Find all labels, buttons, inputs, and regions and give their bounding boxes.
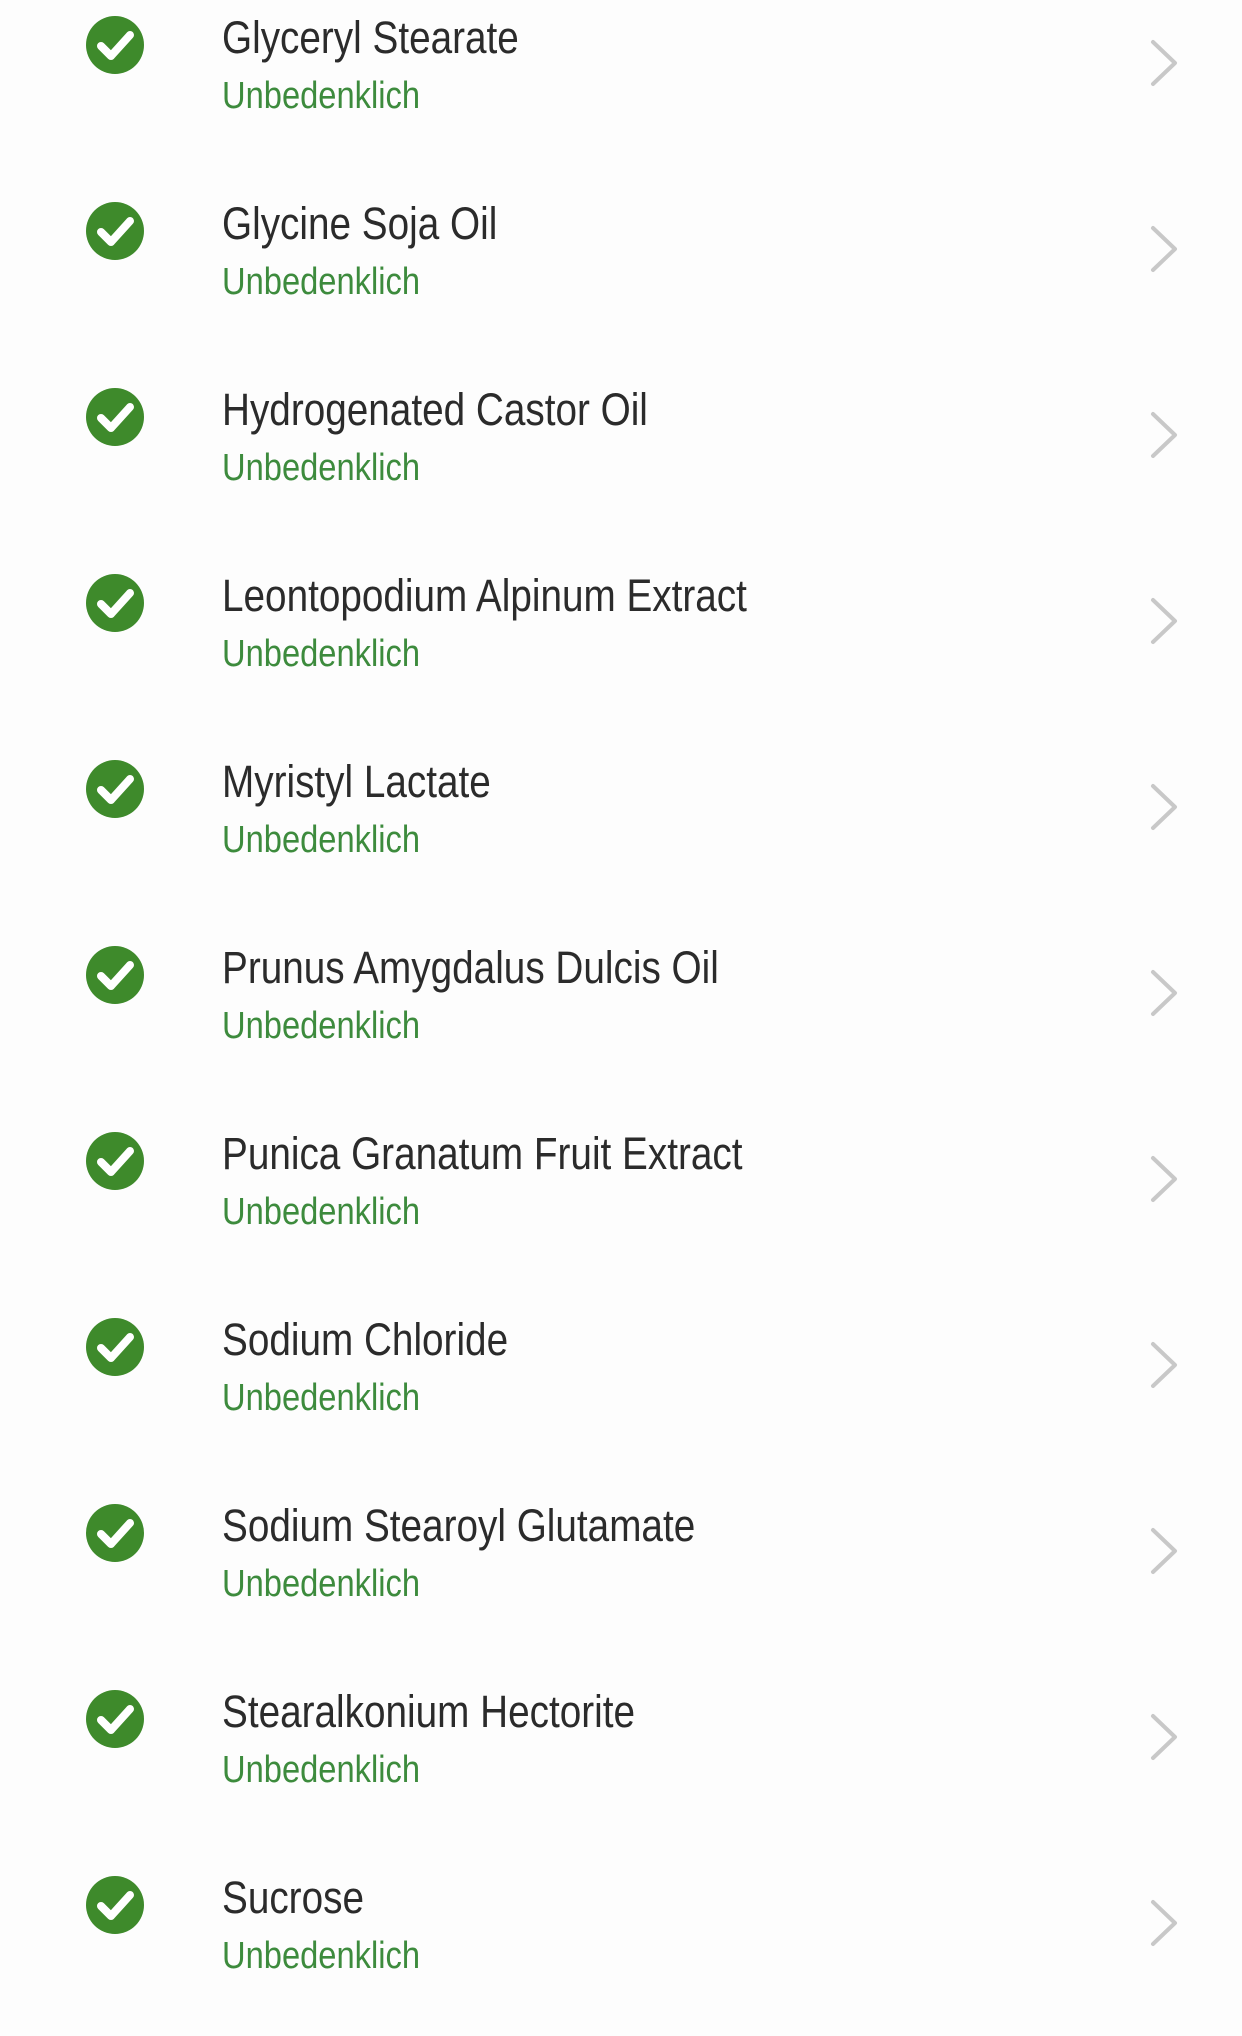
ingredient-name: Myristyl Lactate [222, 756, 491, 807]
chevron-right-icon[interactable] [1148, 968, 1180, 1018]
ingredient-row[interactable]: Leontopodium Alpinum Extract Unbedenklic… [0, 548, 1242, 734]
check-circle-icon [86, 202, 144, 260]
chevron-right-icon[interactable] [1148, 38, 1180, 88]
ingredient-row[interactable]: Prunus Amygdalus Dulcis Oil Unbedenklich [0, 920, 1242, 1106]
ingredient-name: Leontopodium Alpinum Extract [222, 570, 747, 621]
ingredient-status: Unbedenklich [222, 1749, 421, 1791]
ingredient-row[interactable]: Glycine Soja Oil Unbedenklich [0, 176, 1242, 362]
ingredient-status: Unbedenklich [222, 1377, 421, 1419]
ingredient-status: Unbedenklich [222, 1563, 421, 1605]
ingredient-status: Unbedenklich [222, 1191, 421, 1233]
check-circle-icon [86, 1318, 144, 1376]
check-circle-icon [86, 16, 144, 74]
ingredient-name: Prunus Amygdalus Dulcis Oil [222, 942, 719, 993]
ingredient-status: Unbedenklich [222, 819, 421, 861]
ingredient-row[interactable]: Glyceryl Stearate Unbedenklich [0, 0, 1242, 176]
ingredient-name: Sodium Stearoyl Glutamate [222, 1500, 696, 1551]
chevron-right-icon[interactable] [1148, 1898, 1180, 1948]
chevron-right-icon[interactable] [1148, 782, 1180, 832]
ingredient-status: Unbedenklich [222, 633, 421, 675]
ingredient-status: Unbedenklich [222, 75, 421, 117]
check-circle-icon [86, 1690, 144, 1748]
ingredient-status: Unbedenklich [222, 261, 421, 303]
ingredient-row[interactable]: Sodium Chloride Unbedenklich [0, 1292, 1242, 1478]
ingredient-name: Sodium Chloride [222, 1314, 509, 1365]
check-circle-icon [86, 946, 144, 1004]
check-circle-icon [86, 1876, 144, 1934]
ingredient-row[interactable]: Sodium Stearoyl Glutamate Unbedenklich [0, 1478, 1242, 1664]
ingredient-name: Stearalkonium Hectorite [222, 1686, 635, 1737]
chevron-right-icon[interactable] [1148, 1526, 1180, 1576]
ingredient-row[interactable]: Myristyl Lactate Unbedenklich [0, 734, 1242, 920]
chevron-right-icon[interactable] [1148, 596, 1180, 646]
chevron-right-icon[interactable] [1148, 1340, 1180, 1390]
ingredient-name: Glyceryl Stearate [222, 12, 519, 63]
ingredient-name: Glycine Soja Oil [222, 198, 498, 249]
ingredient-row[interactable]: Stearalkonium Hectorite Unbedenklich [0, 1664, 1242, 1850]
chevron-right-icon[interactable] [1148, 224, 1180, 274]
check-circle-icon [86, 1132, 144, 1190]
chevron-right-icon[interactable] [1148, 1154, 1180, 1204]
ingredient-row[interactable]: Sucrose Unbedenklich [0, 1850, 1242, 2036]
ingredient-name: Hydrogenated Castor Oil [222, 384, 648, 435]
check-circle-icon [86, 760, 144, 818]
ingredient-name: Sucrose [222, 1872, 364, 1923]
ingredient-name: Punica Granatum Fruit Extract [222, 1128, 743, 1179]
ingredient-status: Unbedenklich [222, 447, 421, 489]
check-circle-icon [86, 574, 144, 632]
check-circle-icon [86, 388, 144, 446]
ingredient-row[interactable]: Punica Granatum Fruit Extract Unbedenkli… [0, 1106, 1242, 1292]
ingredient-status: Unbedenklich [222, 1005, 421, 1047]
ingredient-status: Unbedenklich [222, 1935, 421, 1977]
chevron-right-icon[interactable] [1148, 410, 1180, 460]
check-circle-icon [86, 1504, 144, 1562]
ingredient-row[interactable]: Hydrogenated Castor Oil Unbedenklich [0, 362, 1242, 548]
ingredient-list: Glyceryl Stearate Unbedenklich Glycine S… [0, 0, 1242, 2036]
chevron-right-icon[interactable] [1148, 1712, 1180, 1762]
